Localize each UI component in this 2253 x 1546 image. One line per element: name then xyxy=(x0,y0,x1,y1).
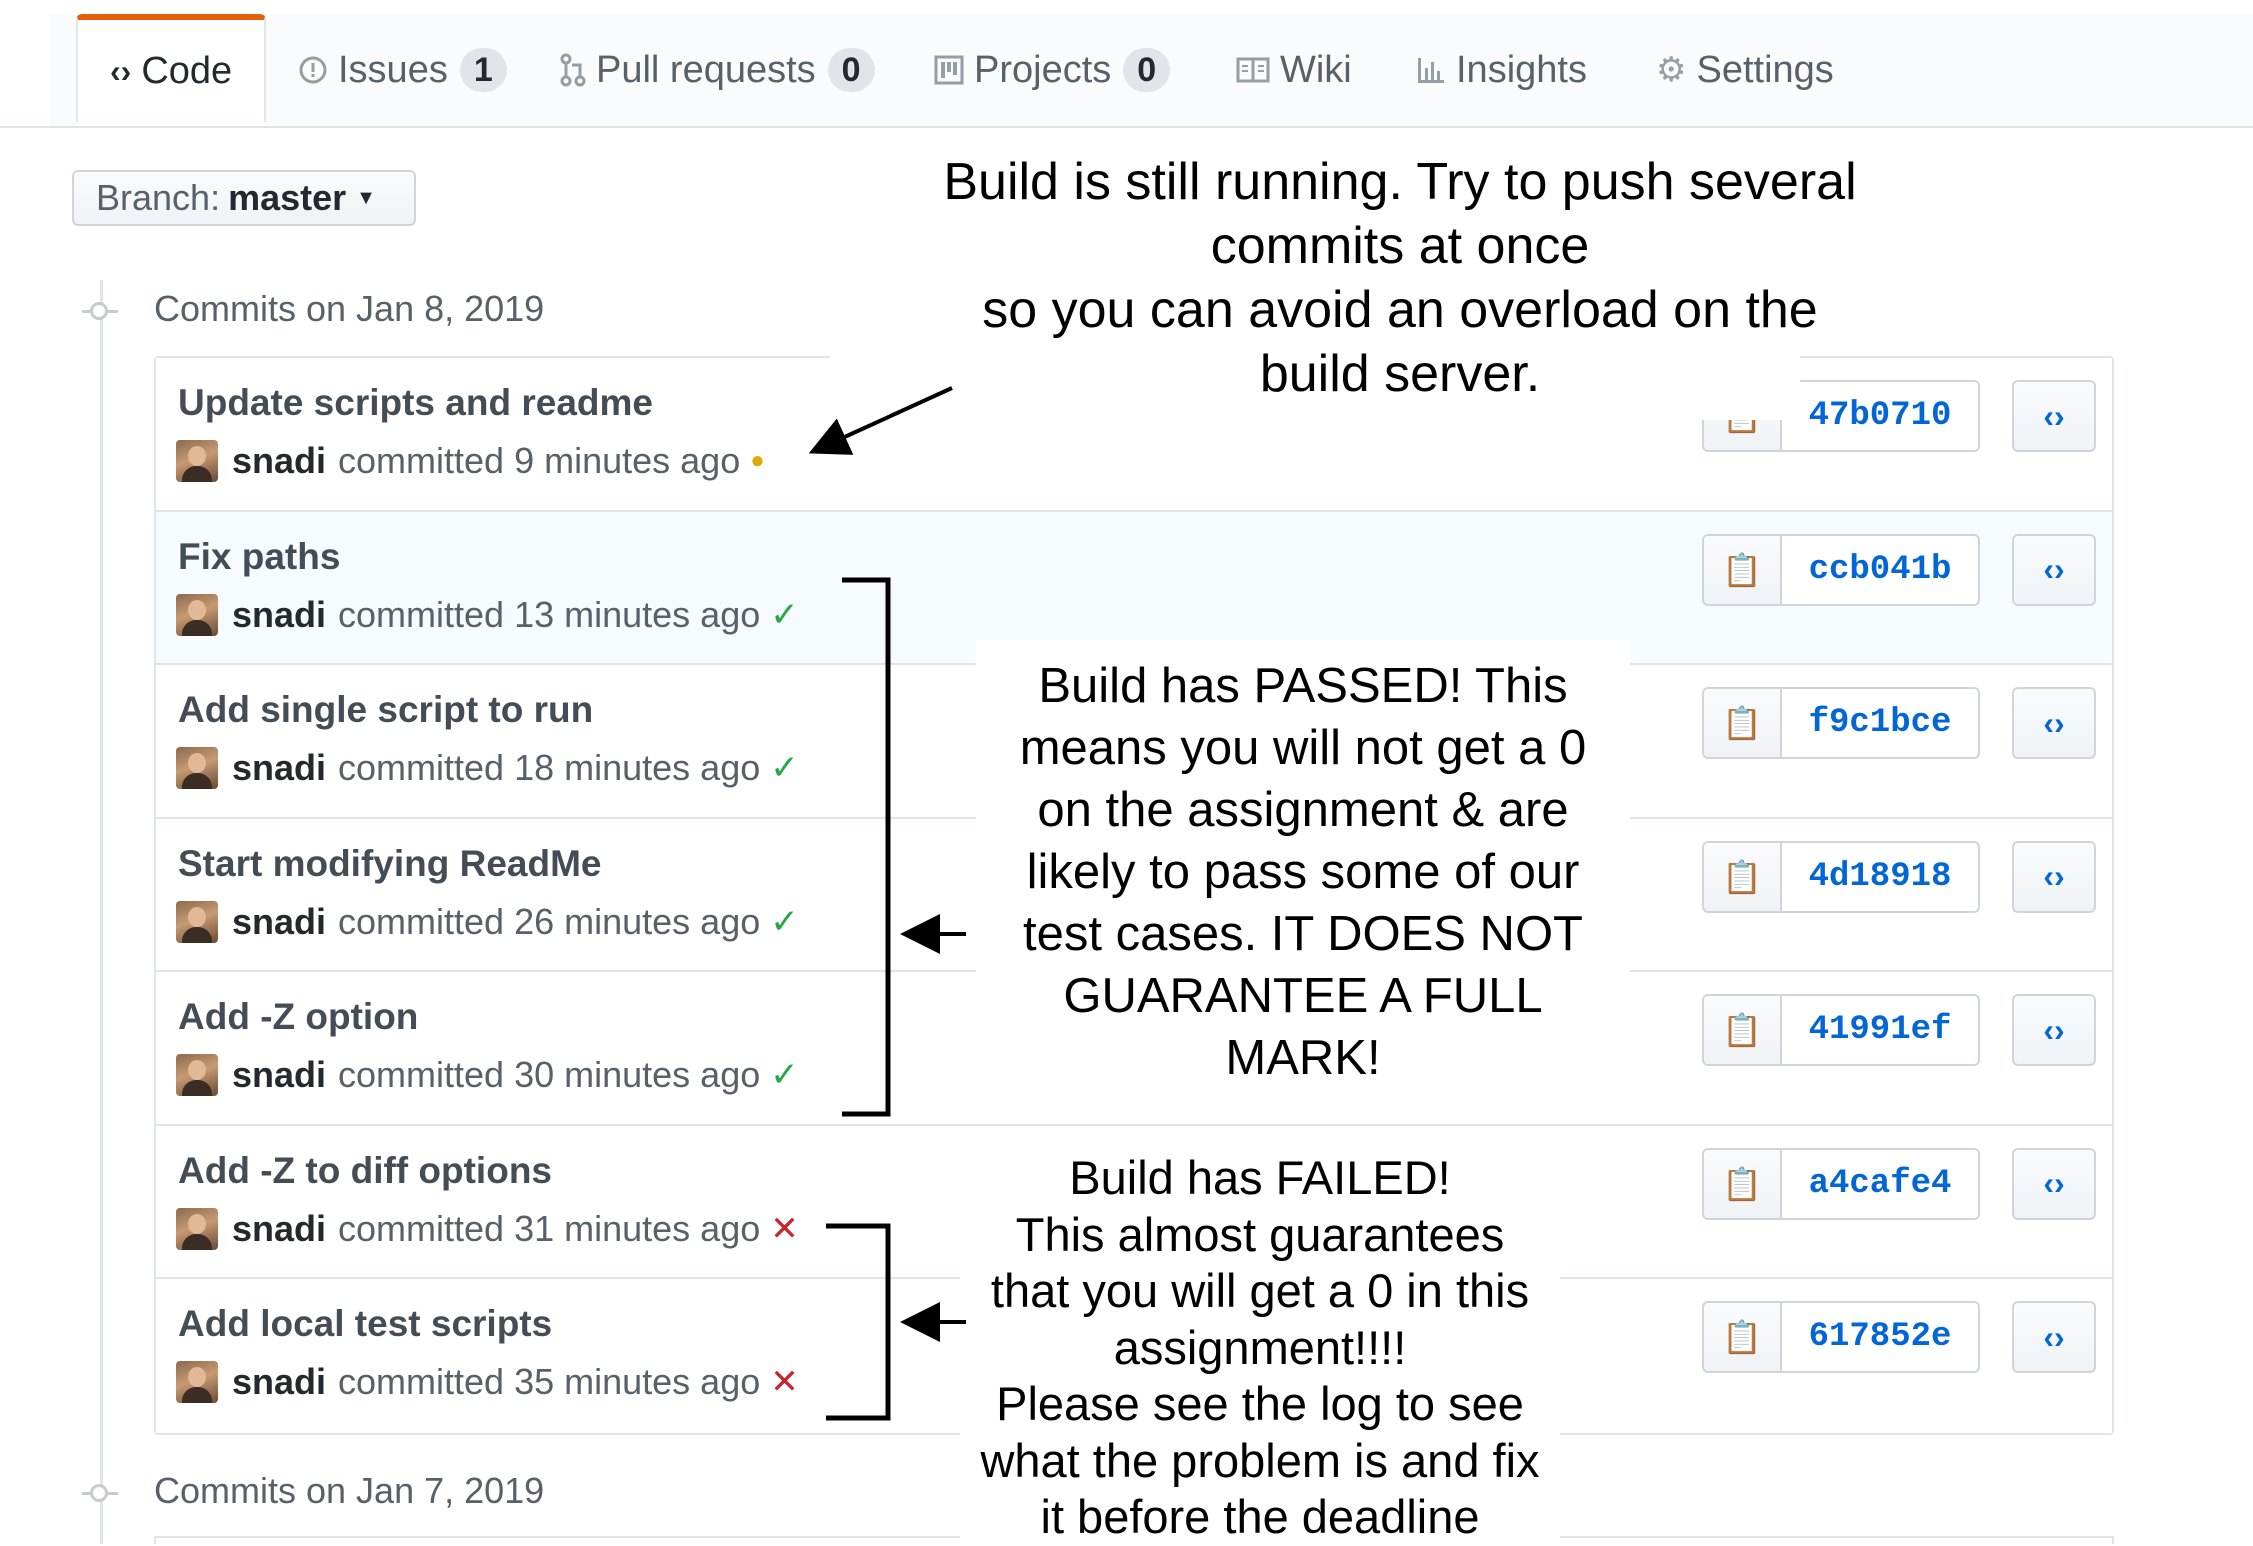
bracket-failed xyxy=(826,1223,891,1421)
annotation-arrows xyxy=(808,386,966,1421)
bracket-passed xyxy=(842,577,891,1117)
arrow-to-pending xyxy=(808,386,953,455)
